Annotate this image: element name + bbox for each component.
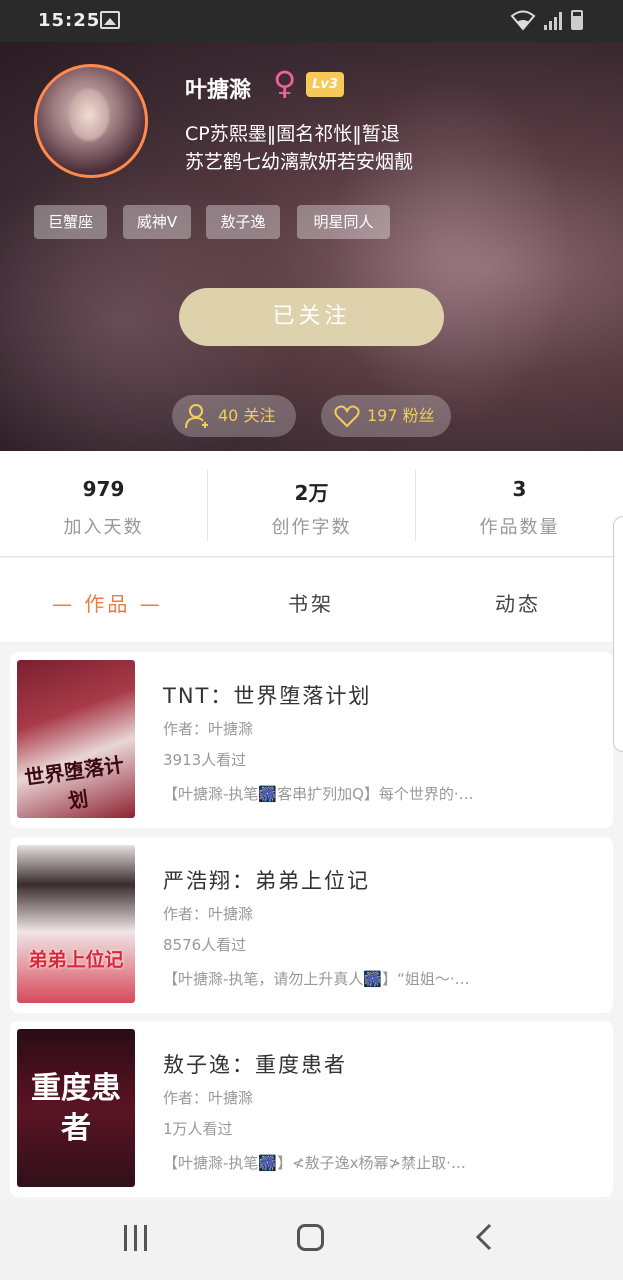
book-views: 8576人看过 <box>163 936 247 954</box>
book-description: 【叶搪滁-执笔🎆】≮敖子逸x杨幂≯禁止取·… <box>163 1154 466 1172</box>
status-time: 15:25 <box>38 10 101 31</box>
book-cover: 重度患者 <box>17 1029 135 1187</box>
stat-word-count: 2万 创作字数 <box>208 451 415 557</box>
fans-count: 197 粉丝 <box>367 406 435 425</box>
book-title: 严浩翔：弟弟上位记 <box>163 869 370 893</box>
scroll-handle[interactable] <box>613 516 623 752</box>
book-item[interactable]: 重度患者 敖子逸：重度患者 作者：叶搪滁 1万人看过 【叶搪滁-执笔🎆】≮敖子逸… <box>10 1021 613 1197</box>
book-author: 作者：叶搪滁 <box>163 1089 254 1107</box>
cover-title: 弟弟上位记 <box>28 949 124 971</box>
stat-label: 作品数量 <box>479 517 560 538</box>
stat-label: 创作字数 <box>271 517 352 538</box>
book-description: 【叶搪滁-执笔，请勿上升真人🎆】“姐姐～·… <box>163 970 470 988</box>
following-count: 40 关注 <box>218 406 276 425</box>
username: 叶搪滁 <box>185 78 252 103</box>
cover-title: 重度患者 <box>31 1071 121 1146</box>
system-nav-bar <box>0 1200 623 1280</box>
book-item[interactable]: 世界堕落计划 TNT：世界堕落计划 作者：叶搪滁 3913人看过 【叶搪滁-执笔… <box>10 652 613 828</box>
stat-works-count: 3 作品数量 <box>416 451 623 557</box>
book-title: TNT：世界堕落计划 <box>163 684 372 708</box>
wifi-icon <box>510 9 536 36</box>
following-button[interactable]: 40 关注 <box>172 395 296 437</box>
book-author: 作者：叶搪滁 <box>163 720 254 738</box>
follow-button[interactable]: 已关注 <box>179 288 444 346</box>
stat-join-days: 979 加入天数 <box>0 451 207 557</box>
fans-button[interactable]: 197 粉丝 <box>321 395 451 437</box>
tab-bar: — 作品 — 书架 动态 <box>0 558 623 642</box>
level-badge: Lv3 <box>306 72 344 97</box>
signal-icon <box>544 12 564 30</box>
stat-value: 3 <box>512 477 527 501</box>
stat-label: 加入天数 <box>63 517 144 538</box>
bio: CP苏熙墨‖圄名祁怅‖暂退 苏艺鹤七幼漓款妍若安烟靓 <box>185 120 485 176</box>
book-cover: 弟弟上位记 <box>17 845 135 1003</box>
tag[interactable]: 巨蟹座 <box>34 205 107 239</box>
user-add-icon <box>185 404 208 429</box>
avatar[interactable] <box>34 64 148 178</box>
book-cover: 世界堕落计划 <box>17 660 135 818</box>
tag[interactable]: 明星同人 <box>297 205 390 239</box>
battery-icon <box>571 10 583 30</box>
status-bar: 15:25 <box>0 0 623 42</box>
tab-works[interactable]: — 作品 — <box>52 588 163 617</box>
book-title: 敖子逸：重度患者 <box>163 1053 347 1077</box>
tab-activity[interactable]: 动态 <box>495 588 541 617</box>
bio-line: 苏艺鹤七幼漓款妍若安烟靓 <box>185 151 414 173</box>
recent-apps-icon[interactable] <box>124 1225 150 1251</box>
tag[interactable]: 威神V <box>123 205 191 239</box>
stats-bar: 979 加入天数 2万 创作字数 3 作品数量 <box>0 451 623 557</box>
image-notification-icon <box>100 11 120 29</box>
tab-bookshelf[interactable]: 书架 <box>288 588 334 617</box>
book-views: 1万人看过 <box>163 1120 233 1138</box>
stat-value: 979 <box>82 477 125 501</box>
stat-value: 2万 <box>294 481 329 505</box>
female-icon: ♀ <box>273 64 297 102</box>
book-description: 【叶搪滁-执笔🎆客串扩列加Q】每个世界的·… <box>163 785 474 803</box>
book-author: 作者：叶搪滁 <box>163 905 254 923</box>
bio-line: CP苏熙墨‖圄名祁怅‖暂退 <box>185 123 400 145</box>
book-item[interactable]: 弟弟上位记 严浩翔：弟弟上位记 作者：叶搪滁 8576人看过 【叶搪滁-执笔，请… <box>10 837 613 1013</box>
book-views: 3913人看过 <box>163 751 247 769</box>
heart-icon <box>334 405 360 428</box>
cover-title: 世界堕落计划 <box>23 752 126 814</box>
home-icon[interactable] <box>297 1224 324 1251</box>
profile-header: 叶搪滁 ♀ Lv3 CP苏熙墨‖圄名祁怅‖暂退 苏艺鹤七幼漓款妍若安烟靓 巨蟹座… <box>0 42 623 451</box>
back-icon[interactable] <box>474 1222 494 1260</box>
tag[interactable]: 敖子逸 <box>206 205 280 239</box>
